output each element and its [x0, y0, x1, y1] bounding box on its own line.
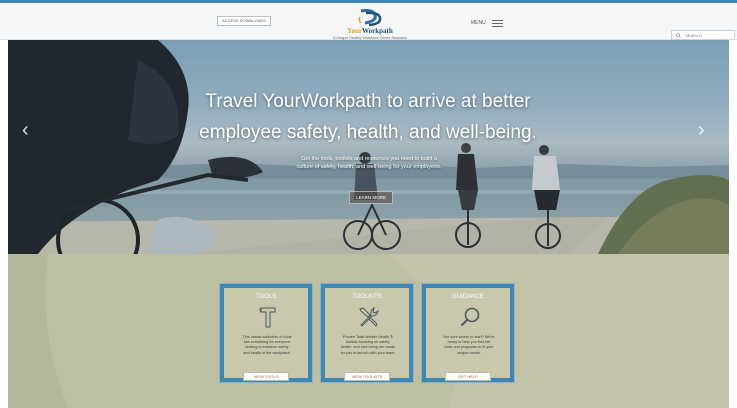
tools-desc-line: and health in the workplace.: [243, 350, 291, 355]
toolkits-card[interactable]: TOOLKITS Proven Total Worker Health ® to…: [321, 284, 413, 382]
logo-mark-icon: [358, 9, 382, 26]
toolkits-desc-line: health, and well-being are ready: [340, 345, 396, 350]
menu-toggle[interactable]: MENU: [471, 18, 503, 28]
guidance-desc-line: tools and programs to fit your: [444, 345, 494, 350]
view-toolkits-button[interactable]: VIEW TOOLKITS: [344, 372, 390, 381]
access-downloads-button[interactable]: ACCESS DOWNLOADS: [217, 16, 271, 26]
hero-subtitle-line-1: Get the tools, toolkits and resources yo…: [301, 156, 437, 162]
search-box[interactable]: [671, 30, 735, 40]
toolkits-desc-line: for you to launch with your team.: [340, 350, 396, 355]
get-help-button[interactable]: GET HELP: [445, 372, 491, 381]
brand-name-workpath: Workpath: [362, 27, 393, 35]
hero-subtitle-line-2: culture of safety, health, and well-bein…: [296, 164, 442, 170]
search-icon: [676, 33, 681, 38]
learn-more-button[interactable]: LEARN MORE: [349, 191, 393, 204]
carousel-next-arrow[interactable]: ›: [698, 120, 710, 140]
menu-label: MENU: [471, 20, 486, 26]
search-input[interactable]: [685, 32, 733, 39]
tools-card[interactable]: TOOLS This robust collection of tools ha…: [220, 284, 312, 382]
resources-section: TOOLS This robust collection of tools ha…: [8, 254, 729, 408]
magnifier-icon: [460, 307, 480, 327]
toolkits-card-title: TOOLKITS: [352, 294, 382, 300]
hero-subtitle: Get the tools, toolkits and resources yo…: [263, 155, 475, 171]
hamburger-icon: [491, 19, 503, 27]
guidance-card-description: Not sure where to start? We're ready to …: [434, 335, 504, 356]
toolkits-card-description: Proven Total Worker Health ® toolkits fo…: [333, 335, 403, 356]
wrench-screwdriver-icon: [359, 307, 379, 327]
brand-name: YourWorkpath: [318, 27, 422, 35]
brand-name-your: Your: [347, 27, 363, 35]
tools-card-description: This robust collection of tools has some…: [232, 335, 302, 356]
top-header: ACCESS DOWNLOADS YourWorkpath A Oregon H…: [0, 0, 737, 40]
hammer-icon: [259, 307, 276, 328]
brand-logo[interactable]: YourWorkpath A Oregon Healthy Workforce …: [318, 9, 422, 41]
hero-banner: ‹ › Travel YourWorkpath to arrive at bet…: [8, 40, 729, 254]
view-tools-button[interactable]: VIEW TOOLS: [243, 372, 289, 381]
hero-title: Travel YourWorkpath to arrive at better …: [148, 86, 588, 148]
guidance-card-title: GUIDANCE: [452, 294, 484, 300]
tools-card-title: TOOLS: [255, 294, 277, 300]
hero-title-line-1: Travel YourWorkpath to arrive at better: [205, 91, 531, 112]
carousel-prev-arrow[interactable]: ‹: [22, 120, 34, 140]
guidance-card[interactable]: GUIDANCE Not sure where to start? We're …: [422, 284, 514, 382]
guidance-desc-line: unique needs.: [457, 350, 481, 355]
hero-title-line-2: employee safety, health, and well-being.: [199, 122, 537, 143]
